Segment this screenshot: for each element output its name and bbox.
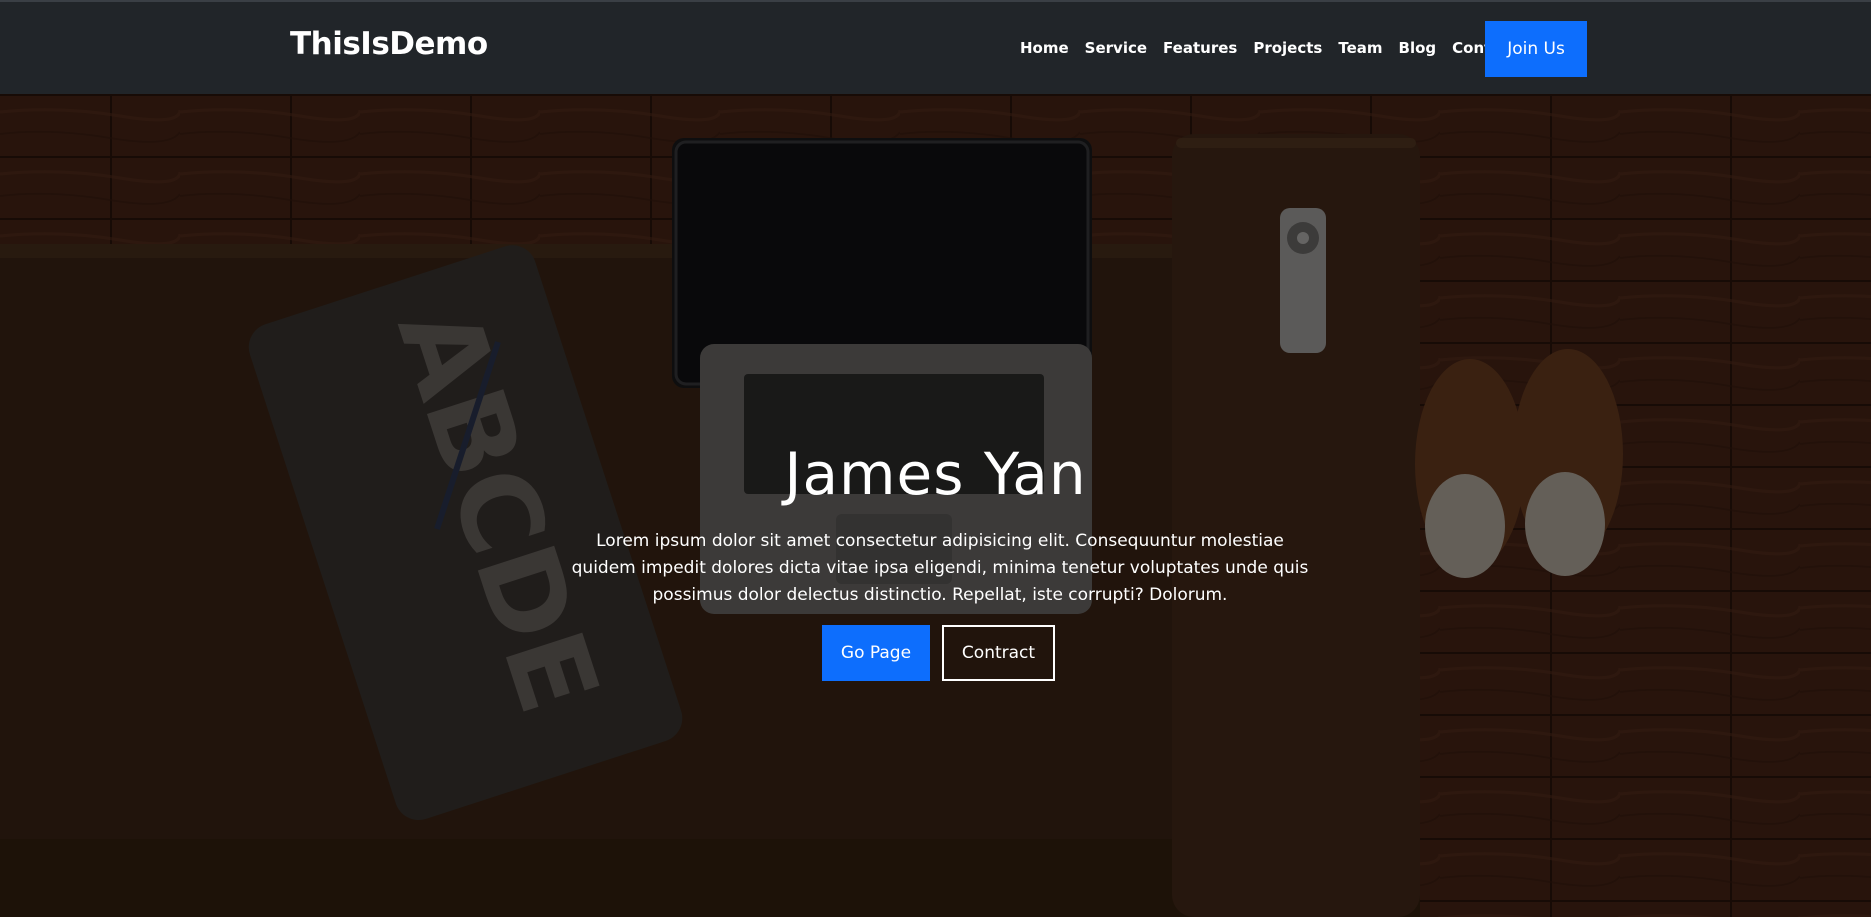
go-page-button[interactable]: Go Page [822,625,930,681]
nav-link-blog[interactable]: Blog [1399,39,1437,57]
page: ThisIsDemo Home Service Features Project… [0,0,1871,917]
navbar: ThisIsDemo Home Service Features Project… [0,0,1871,94]
hero-content: James Yan Lorem ipsum dolor sit amet con… [0,94,1871,917]
nav-link-features[interactable]: Features [1163,39,1237,57]
brand-logo[interactable]: ThisIsDemo [290,26,488,62]
hero-title: James Yan [784,440,1087,508]
nav-link-home[interactable]: Home [1020,39,1069,57]
contract-button[interactable]: Contract [942,625,1055,681]
nav-link-service[interactable]: Service [1085,39,1147,57]
nav-link-team[interactable]: Team [1338,39,1382,57]
nav-link-projects[interactable]: Projects [1253,39,1322,57]
nav-menu: Home Service Features Projects Team Blog… [1020,39,1534,57]
hero-description: Lorem ipsum dolor sit amet consectetur a… [571,531,1309,605]
hero-section: ABCDE James Yan Lorem ipsum dolor sit am… [0,94,1871,917]
join-us-button[interactable]: Join Us [1485,21,1587,77]
